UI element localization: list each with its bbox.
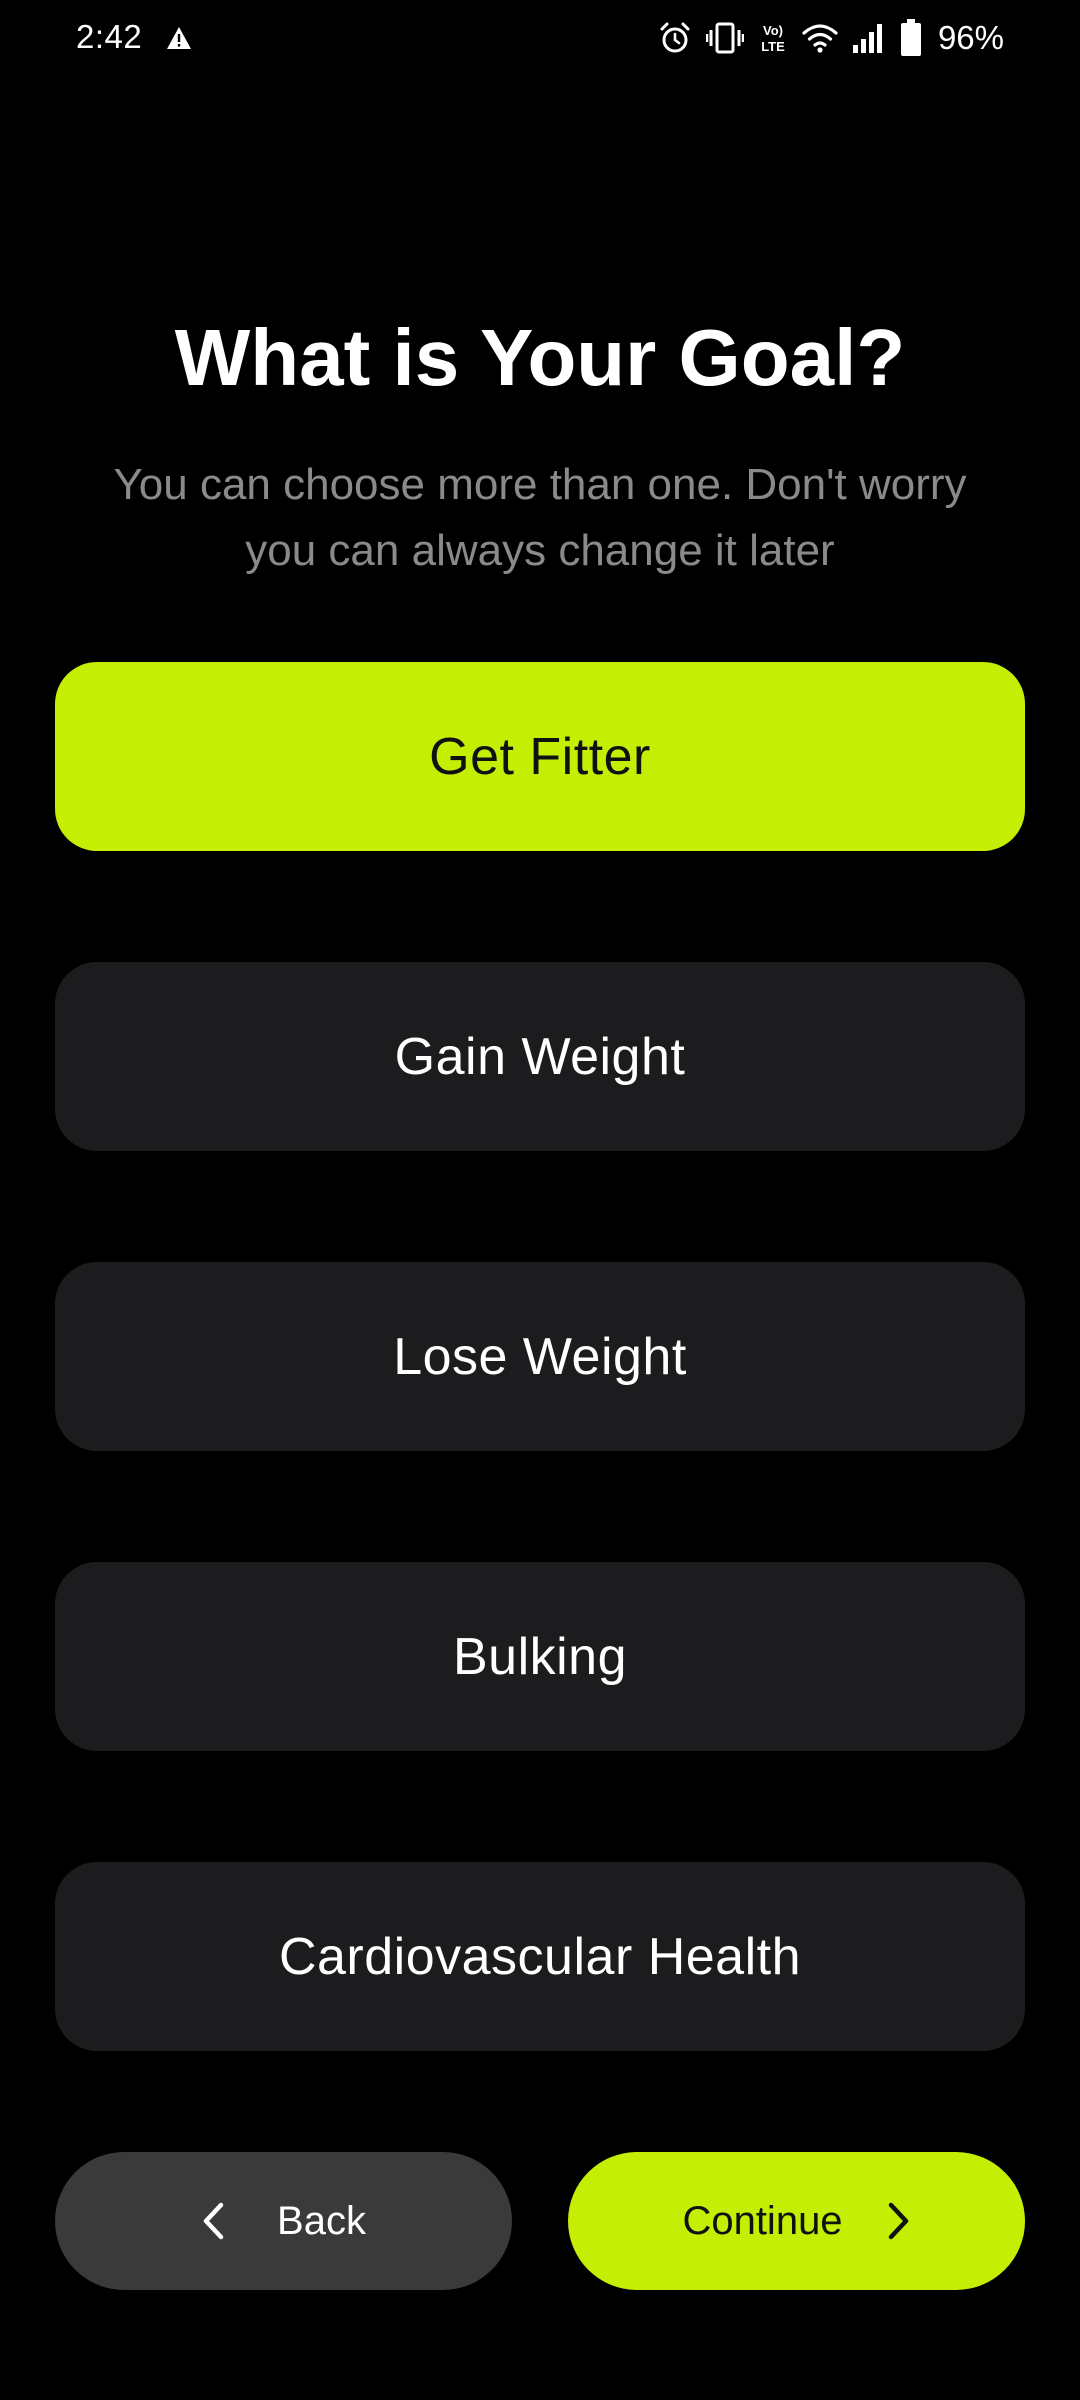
goal-option-cardiovascular-health[interactable]: Cardiovascular Health <box>55 1862 1025 2051</box>
goal-option-gain-weight[interactable]: Gain Weight <box>55 962 1025 1151</box>
alarm-icon <box>660 22 690 53</box>
continue-button[interactable]: Continue <box>568 2152 1025 2290</box>
wifi-icon <box>802 24 838 53</box>
goal-option-label: Bulking <box>452 1627 628 1686</box>
svg-text:LTE: LTE <box>761 39 785 54</box>
goal-option-label: Gain Weight <box>394 1027 686 1086</box>
goal-option-get-fitter[interactable]: Get Fitter <box>55 662 1025 851</box>
chevron-left-icon <box>203 2202 224 2240</box>
goal-option-bulking[interactable]: Bulking <box>55 1562 1025 1751</box>
battery-percentage: 96% <box>937 19 1004 56</box>
signal-icon <box>852 24 882 53</box>
goal-option-label: Cardiovascular Health <box>278 1927 802 1986</box>
vibrate-icon <box>705 22 744 54</box>
goal-option-lose-weight[interactable]: Lose Weight <box>55 1262 1025 1451</box>
volte-icon: Vo) LTE <box>761 23 785 54</box>
goal-option-label: Get Fitter <box>429 727 651 786</box>
back-button-label: Back <box>277 2198 366 2243</box>
status-bar: 2:42 Vo) LTE 96% <box>0 0 1080 78</box>
page-subtitle: You can choose more than one. Don't worr… <box>113 460 967 575</box>
battery-icon <box>900 19 921 56</box>
goal-option-label: Lose Weight <box>393 1327 687 1386</box>
status-time: 2:42 <box>76 18 143 55</box>
continue-button-label: Continue <box>682 2198 843 2243</box>
status-icons: Vo) LTE 96% <box>658 16 1004 60</box>
warning-icon <box>167 27 191 49</box>
chevron-right-icon <box>888 2202 908 2240</box>
back-button[interactable]: Back <box>55 2152 512 2290</box>
svg-text:Vo): Vo) <box>763 23 783 38</box>
page-title: What is Your Goal? <box>174 313 906 402</box>
